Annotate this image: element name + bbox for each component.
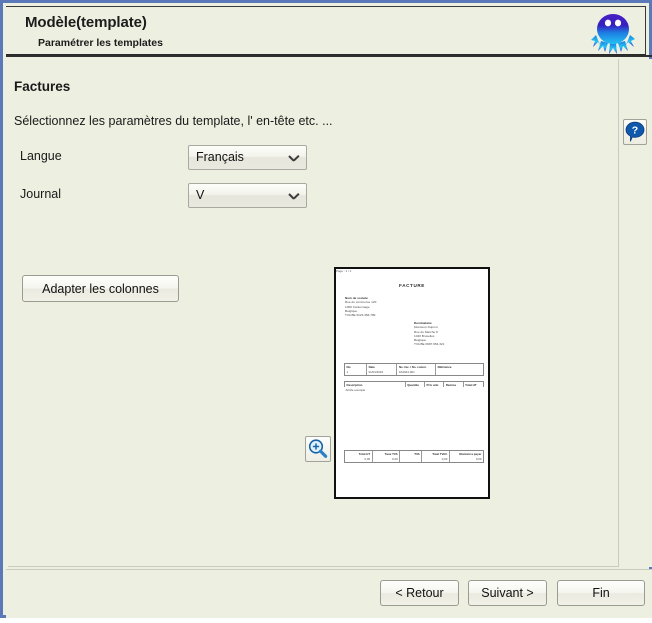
chevron-down-icon <box>289 193 298 199</box>
instructions-text: Sélectionnez les paramètres du template,… <box>14 114 333 128</box>
wizard-header: Modèle(template) Paramétrer les template… <box>6 6 646 55</box>
wizard-window: Modèle(template) Paramétrer les template… <box>0 0 652 618</box>
help-column: ? <box>621 115 652 623</box>
page-subtitle: Paramétrer les templates <box>38 37 163 49</box>
preview-info-data-row: 1 01/01/2024 FA2024-001 <box>344 368 484 376</box>
magnifier-plus-icon[interactable] <box>305 436 331 462</box>
label-journal: Journal <box>20 187 61 201</box>
select-journal[interactable]: V <box>188 183 307 208</box>
section-title: Factures <box>14 79 71 94</box>
preview-recipient-block: Destinataire Monsieur Dupont Rue du Marc… <box>414 321 445 347</box>
preview-paper: FACTURE Nom de societe Rue du commerce 1… <box>334 267 490 499</box>
help-button[interactable]: ? <box>623 119 647 145</box>
chevron-down-icon <box>289 155 298 161</box>
label-langue: Langue <box>20 149 62 163</box>
preview-totals-data-row: 0,00 0,00 0,00 0,00 <box>344 455 484 463</box>
main-panel: Factures Sélectionnez les paramètres du … <box>8 59 619 567</box>
select-journal-value: V <box>196 188 205 202</box>
preview-sender-block: Nom de societe Rue du commerce 120 1000 … <box>345 296 377 318</box>
svg-text:?: ? <box>632 125 638 137</box>
preview-page-label: Page : 1 / 1 <box>336 269 352 273</box>
document-preview[interactable]: FACTURE Nom de societe Rue du commerce 1… <box>334 267 490 499</box>
page-title: Modèle(template) <box>25 14 147 31</box>
select-langue-value: Français <box>196 150 244 164</box>
adapt-columns-button[interactable]: Adapter les colonnes <box>22 275 179 302</box>
next-button[interactable]: Suivant > <box>468 580 547 606</box>
help-question-icon: ? <box>625 121 645 142</box>
preview-lines-data-row: Article exemple <box>344 386 484 393</box>
octopus-mascot-icon <box>589 9 637 55</box>
header-separator <box>6 55 652 57</box>
preview-title: FACTURE <box>399 283 425 288</box>
content-area: Factures Sélectionnez les paramètres du … <box>6 59 652 567</box>
back-button[interactable]: < Retour <box>380 580 459 606</box>
finish-button[interactable]: Fin <box>557 580 645 606</box>
select-langue[interactable]: Français <box>188 145 307 170</box>
wizard-footer: < Retour Suivant > Fin <box>6 569 652 618</box>
